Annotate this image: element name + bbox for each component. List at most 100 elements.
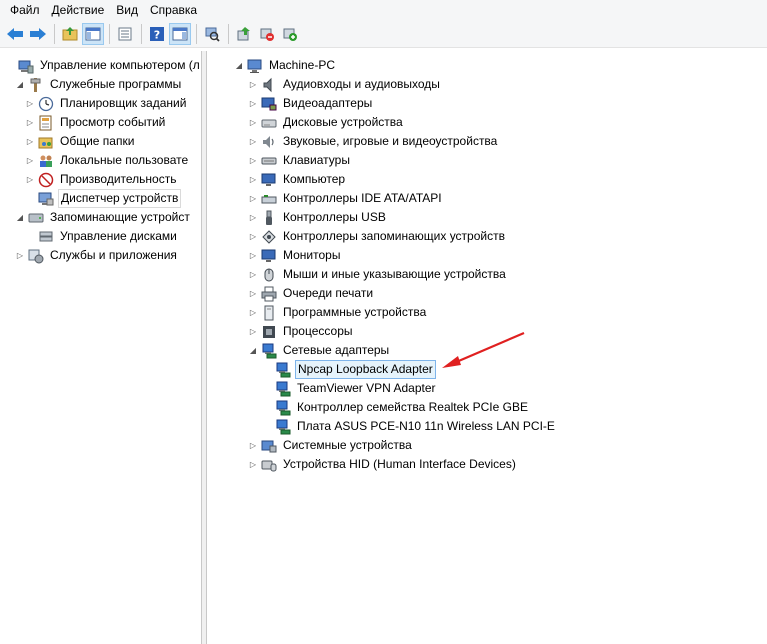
tree-item[interactable]: ▷ Контроллеры USB [247, 208, 388, 227]
collapse-arrow-icon[interactable]: ◢ [14, 212, 26, 224]
help-icon[interactable]: ? [146, 23, 168, 45]
expand-arrow-icon[interactable]: ▷ [247, 79, 259, 91]
tree-item[interactable]: ▷ Программные устройства [247, 303, 428, 322]
tree-item[interactable]: ◢ Запоминающие устройст [14, 208, 192, 227]
tree-item[interactable]: ▷ Производительность [24, 170, 178, 189]
tree-item[interactable]: Управление дисками [24, 227, 179, 246]
collapse-arrow-icon[interactable]: ◢ [233, 60, 245, 72]
expand-arrow-icon[interactable]: ▷ [247, 288, 259, 300]
tree-item[interactable]: TeamViewer VPN Adapter [261, 379, 438, 398]
expand-arrow-icon[interactable]: ▷ [247, 440, 259, 452]
expand-arrow-icon[interactable]: ▷ [247, 326, 259, 338]
hid-icon [261, 457, 277, 473]
expand-arrow-icon[interactable]: ▷ [24, 174, 36, 186]
forward-icon[interactable] [27, 23, 49, 45]
monitor-icon [261, 248, 277, 264]
tree-item[interactable]: ▷ Звуковые, игровые и видеоустройства [247, 132, 499, 151]
network-adapter-icon [275, 400, 291, 416]
system-device-icon [261, 438, 277, 454]
services-icon [28, 248, 44, 264]
tree-item[interactable]: ▷ Клавиатуры [247, 151, 352, 170]
tree-item-label: Контроллер семейства Realtek PCIe GBE [297, 400, 528, 414]
tree-item[interactable]: ▷ Системные устройства [247, 436, 414, 455]
expand-arrow-icon[interactable]: ▷ [247, 193, 259, 205]
update-driver-icon[interactable] [233, 23, 255, 45]
tree-item[interactable]: ▷ Контроллеры IDE ATA/ATAPI [247, 189, 444, 208]
show-hide-tree-icon[interactable] [82, 22, 104, 45]
expand-arrow-icon[interactable]: ▷ [247, 136, 259, 148]
up-folder-icon[interactable] [59, 23, 81, 45]
menu-action[interactable]: Действие [46, 0, 111, 20]
collapse-arrow-icon[interactable]: ◢ [247, 345, 259, 357]
tree-item[interactable]: Npcap Loopback Adapter [261, 360, 436, 379]
expand-arrow-icon[interactable]: ▷ [247, 98, 259, 110]
expand-arrow-icon[interactable]: ▷ [247, 231, 259, 243]
speaker-icon [261, 134, 277, 150]
mouse-icon [261, 267, 277, 283]
clock-icon [38, 96, 54, 112]
expand-arrow-icon[interactable]: ▷ [247, 212, 259, 224]
tree-item[interactable]: Диспетчер устройств [24, 189, 182, 208]
disable-device-icon[interactable] [256, 23, 278, 45]
tree-item[interactable]: ▷ Службы и приложения [14, 246, 179, 265]
network-adapter-icon [275, 362, 291, 378]
menu-file[interactable]: Файл [4, 0, 46, 20]
tree-item[interactable]: ▷ Локальные пользовате [24, 151, 190, 170]
uninstall-device-icon[interactable] [279, 23, 301, 45]
expand-arrow-icon[interactable]: ▷ [24, 136, 36, 148]
tree-item[interactable]: ▷ Мыши и иные указывающие устройства [247, 265, 508, 284]
tree-item[interactable]: Контроллер семейства Realtek PCIe GBE [261, 398, 530, 417]
expand-arrow-icon[interactable]: ▷ [247, 459, 259, 471]
toolbar-separator [196, 23, 197, 44]
tree-item-label: Диспетчер устройств [58, 189, 182, 208]
expand-arrow-icon[interactable]: ▷ [247, 155, 259, 167]
expand-arrow-icon[interactable]: ▷ [24, 155, 36, 167]
storage-controller-icon [261, 229, 277, 245]
console-tree-pane[interactable]: Управление компьютером (л ◢ Служебные прог… [0, 51, 202, 644]
disk-management-icon [38, 229, 54, 245]
tree-item[interactable]: ▷ Мониторы [247, 246, 342, 265]
tree-item[interactable]: ▷ Компьютер [247, 170, 347, 189]
back-icon[interactable] [4, 23, 26, 45]
expand-arrow-icon[interactable]: ▷ [14, 250, 26, 262]
tree-item-label: Системные устройства [283, 438, 412, 452]
tree-item[interactable]: Управление компьютером (л [4, 56, 201, 75]
tree-item[interactable]: Плата ASUS PCE-N10 11n Wireless LAN PCI-… [261, 417, 557, 436]
tree-item-label: Служебные программы [50, 77, 182, 91]
expand-arrow-icon[interactable]: ▷ [247, 174, 259, 186]
tree-item[interactable]: ▷ Процессоры [247, 322, 355, 341]
tree-item[interactable]: ▷ Общие папки [24, 132, 136, 151]
expand-arrow-icon[interactable]: ▷ [24, 98, 36, 110]
tree-item-label: Звуковые, игровые и видеоустройства [283, 134, 498, 148]
tree-item[interactable]: ▷ Дисковые устройства [247, 113, 405, 132]
action-pane-icon[interactable] [169, 22, 191, 45]
expand-arrow-icon[interactable]: ▷ [247, 250, 259, 262]
tree-item[interactable]: ▷ Аудиовходы и аудиовыходы [247, 75, 442, 94]
scan-hardware-icon[interactable] [201, 23, 223, 45]
tree-item[interactable]: ▷ Очереди печати [247, 284, 375, 303]
tree-item[interactable]: ▷ Планировщик заданий [24, 94, 188, 113]
expand-arrow-icon[interactable]: ▷ [247, 117, 259, 129]
tools-icon [28, 77, 44, 93]
properties-icon[interactable] [114, 23, 136, 45]
expand-arrow-icon[interactable]: ▷ [247, 307, 259, 319]
menu-view[interactable]: Вид [110, 0, 144, 20]
tree-item[interactable]: ▷ Контроллеры запоминающих устройств [247, 227, 507, 246]
tree-item[interactable]: ◢ Machine-PC [233, 56, 337, 75]
menu-help[interactable]: Справка [144, 0, 203, 20]
expand-arrow-icon[interactable]: ▷ [24, 117, 36, 129]
collapse-arrow-icon[interactable]: ◢ [14, 79, 26, 91]
tree-item[interactable]: ▷ Просмотр событий [24, 113, 167, 132]
tree-item[interactable]: ▷ Видеоадаптеры [247, 94, 374, 113]
tree-item[interactable]: ◢ Служебные программы [14, 75, 183, 94]
tree-item[interactable]: ◢ Сетевые адаптеры [247, 341, 391, 360]
expand-arrow-icon[interactable]: ▷ [247, 269, 259, 281]
tree-item-label: Управление компьютером (л [40, 58, 200, 72]
audio-icon [261, 77, 277, 93]
tree-item-label: Дисковые устройства [283, 115, 403, 129]
tree-item-label: Программные устройства [283, 305, 427, 319]
tree-item[interactable]: ▷ Устройства HID (Human Interface Devices… [247, 455, 518, 474]
